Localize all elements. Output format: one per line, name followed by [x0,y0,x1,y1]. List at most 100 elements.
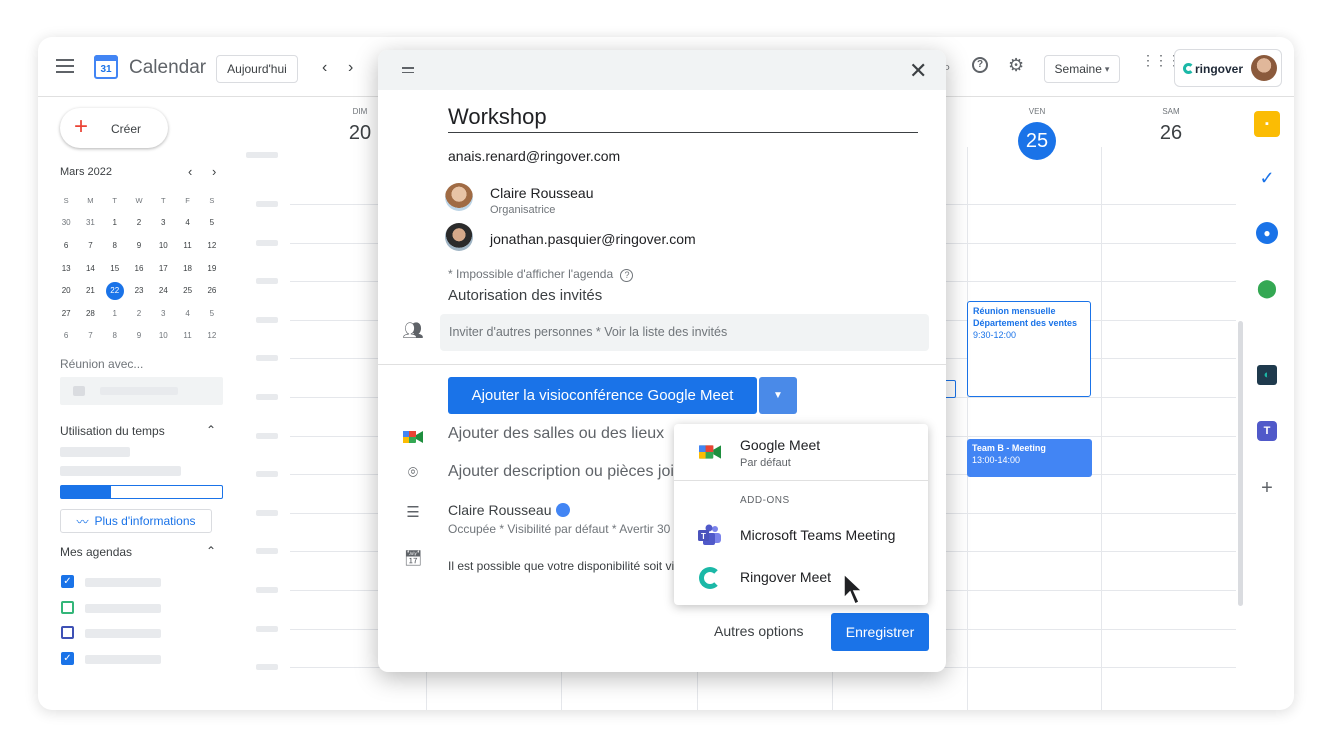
user-avatar[interactable] [1251,55,1277,81]
mini-day[interactable]: 25 [175,286,199,295]
mini-day[interactable]: 31 [78,218,102,227]
mini-day[interactable]: 5 [200,309,224,318]
mini-day[interactable]: 19 [200,264,224,273]
mini-day[interactable]: 8 [103,241,127,250]
event-title-input[interactable]: Workshop [448,104,918,133]
add-description-button[interactable]: Ajouter description ou pièces jointes [448,463,674,481]
guest-permissions[interactable]: Autorisation des invités [448,287,602,304]
mini-day[interactable]: 13 [54,264,78,273]
add-rooms-button[interactable]: Ajouter des salles ou des lieux [448,425,678,443]
organizer-name: Claire Rousseau [490,185,594,201]
day-header-sat[interactable]: SAM 26 [1141,107,1201,145]
grid-scrollbar[interactable] [1238,321,1243,606]
mini-day[interactable]: 10 [151,241,175,250]
menu-item-google-meet[interactable]: Google Meet Par défaut [674,424,928,480]
calendar-owner[interactable]: Claire Rousseau [448,502,570,518]
mini-day[interactable]: 5 [200,218,224,227]
mini-day[interactable]: 28 [78,309,102,318]
mini-day[interactable]: 12 [200,331,224,340]
create-button[interactable]: + Créer [60,108,168,148]
mini-day[interactable]: 17 [151,264,175,273]
close-icon[interactable]: ✕ [909,58,927,84]
my-calendars-collapse-icon[interactable]: ⌃ [206,544,216,558]
contacts-icon[interactable]: ● [1256,222,1278,244]
today-button[interactable]: Aujourd'hui [216,55,298,83]
main-menu-icon[interactable] [56,59,74,73]
event-team-b-meeting[interactable]: Team B - Meeting 13:00-14:00 [967,439,1092,477]
mouse-cursor-icon [843,573,864,606]
mini-day[interactable]: 11 [175,331,199,340]
mini-day[interactable]: 14 [78,264,102,273]
ringover-addon-icon[interactable]: ◐ [1257,365,1277,385]
mini-prev-month-icon[interactable]: ‹ [188,164,192,179]
mini-day[interactable]: 30 [54,218,78,227]
mini-day[interactable]: 3 [151,218,175,227]
add-addon-icon[interactable]: + [1256,477,1278,499]
save-button[interactable]: Enregistrer [831,613,929,651]
calendar-checkbox[interactable]: ✓ [61,651,74,665]
more-info-button[interactable]: 〰 Plus d'informations [60,509,212,533]
mini-day[interactable]: 26 [200,286,224,295]
organizer-avatar [445,183,473,211]
mini-day[interactable]: 9 [127,331,151,340]
mini-day[interactable]: 16 [127,264,151,273]
calendar-name-placeholder [85,603,161,613]
day-header-fri[interactable]: VEN 25 [1007,107,1067,160]
menu-item-ringover[interactable]: Ringover Meet [674,560,928,596]
calendar-checkbox[interactable] [61,626,74,639]
hour-label-placeholder [256,587,278,593]
mini-day[interactable]: 15 [103,264,127,273]
mini-day[interactable]: 7 [78,241,102,250]
view-select[interactable]: Semaine ▾ [1044,55,1120,83]
account-switcher[interactable]: ringover [1174,49,1282,87]
mini-day[interactable]: 27 [54,309,78,318]
logo-day: 31 [100,63,112,75]
settings-gear-icon[interactable]: ⚙ [1008,55,1024,76]
mini-day[interactable]: 7 [78,331,102,340]
mini-day[interactable]: 24 [151,286,175,295]
mini-day[interactable]: 23 [127,286,151,295]
mini-day[interactable]: 4 [175,218,199,227]
mini-day[interactable]: 12 [200,241,224,250]
dialog-drag-bar[interactable]: ✕ [378,50,946,90]
tasks-icon[interactable]: ✓ [1256,167,1278,189]
teams-addon-icon[interactable]: T [1257,421,1277,441]
mini-next-month-icon[interactable]: › [212,164,216,179]
time-usage-collapse-icon[interactable]: ⌃ [206,423,216,437]
day-header-sun[interactable]: DIM 20 [340,107,380,145]
invite-guests-input[interactable]: Inviter d'autres personnes * Voir la lis… [440,314,929,351]
other-options-button[interactable]: Autres options [714,623,804,639]
mini-day[interactable]: 2 [127,218,151,227]
calendar-checkbox[interactable]: ✓ [61,575,74,588]
calendar-checkbox[interactable] [61,600,74,614]
maps-pin-icon[interactable]: ⬤ [1256,277,1278,299]
help-icon[interactable]: ? [972,57,988,73]
teams-icon: T [698,524,722,545]
next-week-icon[interactable]: › [348,59,353,77]
mini-day[interactable]: 10 [151,331,175,340]
add-google-meet-button[interactable]: Ajouter la visioconférence Google Meet [448,377,757,414]
mini-day[interactable]: 9 [127,241,151,250]
previous-week-icon[interactable]: ‹ [322,59,327,77]
keep-icon[interactable]: ▪ [1254,111,1280,137]
conference-options-dropdown[interactable]: ▼ [759,377,797,414]
info-icon[interactable]: ? [620,269,634,282]
drag-handle-icon[interactable] [402,67,414,76]
mini-day[interactable]: 21 [78,286,102,295]
mini-day[interactable]: 6 [54,241,78,250]
mini-day[interactable]: 4 [175,309,199,318]
mini-day[interactable]: 20 [54,286,78,295]
mini-day[interactable]: 18 [175,264,199,273]
event-monthly-meeting[interactable]: Réunion mensuelle Département des ventes… [967,301,1091,397]
mini-day[interactable]: 6 [54,331,78,340]
mini-day[interactable]: 11 [175,241,199,250]
mini-day[interactable]: 1 [103,218,127,227]
mini-day[interactable]: 8 [103,331,127,340]
mini-day[interactable]: 1 [103,309,127,318]
menu-item-teams[interactable]: T Microsoft Teams Meeting [674,518,928,554]
hour-label-placeholder [256,509,278,516]
mini-week-row: 30 31 1 2 3 4 5 [54,212,224,235]
mini-day[interactable]: 22 [105,281,124,300]
mini-day[interactable]: 3 [151,309,175,318]
mini-day[interactable]: 2 [127,309,151,318]
